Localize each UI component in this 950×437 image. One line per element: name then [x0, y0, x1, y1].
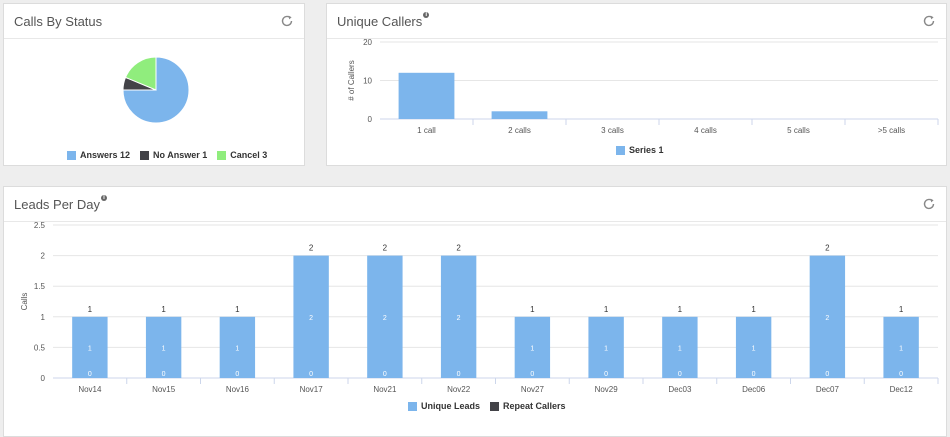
- leads-per-day-panel: Leads Per Day i 0 0.5 1 1.5 2 2.5 Calls Nov14 Nov…: [3, 186, 947, 437]
- bar-total-label: 2: [825, 244, 830, 253]
- bar-data-label: 1: [604, 345, 608, 352]
- x-tick-label: 2 calls: [508, 126, 531, 135]
- x-tick-label: Nov15: [152, 385, 176, 394]
- bar-total-label: 1: [235, 305, 240, 314]
- bar-total-label: 2: [456, 244, 461, 253]
- calls-by-status-panel: Calls By Status Answers 12 No Answer 1 Can…: [3, 3, 305, 166]
- bar-total-label: 1: [751, 305, 756, 314]
- bar-data-label: 2: [309, 315, 313, 322]
- legend-item-unique-leads[interactable]: Unique Leads: [408, 401, 480, 411]
- bar-data-label: 0: [604, 371, 608, 378]
- x-tick-label: >5 calls: [878, 126, 905, 135]
- x-tick-label: Nov14: [78, 385, 102, 394]
- legend-item-cancel[interactable]: Cancel 3: [217, 150, 267, 160]
- legend-item-answers[interactable]: Answers 12: [67, 150, 130, 160]
- bar-data-label: 1: [678, 345, 682, 352]
- bar-total-label: 1: [88, 305, 93, 314]
- bar-data-label: 1: [752, 345, 756, 352]
- bar-data-label: 1: [899, 345, 903, 352]
- calls-by-status-legend: Answers 12 No Answer 1 Cancel 3: [67, 150, 267, 160]
- bar-data-label: 1: [235, 345, 239, 352]
- bar-data-label: 1: [530, 345, 534, 352]
- bar-total-label: 1: [678, 305, 683, 314]
- x-tick-label: Dec06: [742, 385, 766, 394]
- leads-per-day-legend: Unique Leads Repeat Callers: [408, 401, 566, 411]
- unique-callers-legend: Series 1: [616, 145, 664, 155]
- legend-item-repeat-callers[interactable]: Repeat Callers: [490, 401, 566, 411]
- x-tick-label: Nov17: [300, 385, 324, 394]
- bar-data-label: 2: [383, 315, 387, 322]
- bar-data-label: 0: [309, 371, 313, 378]
- legend-swatch: [67, 150, 76, 160]
- legend-swatch: [490, 401, 500, 411]
- y-axis-title: # of Callers: [347, 60, 356, 100]
- y-tick-label: 20: [363, 38, 372, 47]
- x-tick-label: Dec07: [816, 385, 840, 394]
- legend-label: Answers 12: [80, 150, 131, 160]
- legend-item-series-1[interactable]: Series 1: [616, 145, 664, 155]
- x-tick-label: Dec12: [890, 385, 914, 394]
- x-tick-label: Nov22: [447, 385, 471, 394]
- bar-data-label: 0: [752, 371, 756, 378]
- bar-data-label: 0: [383, 371, 387, 378]
- legend-swatch: [140, 150, 150, 160]
- bar-data-label: 0: [162, 371, 166, 378]
- bar-total-label: 2: [383, 244, 388, 253]
- bar-series-1[interactable]: [398, 72, 455, 119]
- y-tick-label: 2: [41, 252, 46, 261]
- bar-total-label: 1: [899, 305, 904, 314]
- bar-data-label: 1: [88, 345, 92, 352]
- legend-swatch: [217, 150, 227, 160]
- y-tick-label: 2.5: [34, 221, 46, 230]
- y-axis-title: Calls: [20, 293, 29, 311]
- legend-item-no-answer[interactable]: No Answer 1: [140, 150, 207, 160]
- y-tick-label: 1: [41, 313, 46, 322]
- bar-data-label: 1: [162, 345, 166, 352]
- legend-swatch: [616, 145, 625, 155]
- y-tick-label: 0: [41, 374, 46, 383]
- y-tick-label: 10: [363, 77, 372, 86]
- legend-label: Cancel 3: [230, 150, 268, 160]
- y-tick-label: 1.5: [34, 282, 46, 291]
- legend-label: Series 1: [629, 145, 664, 155]
- x-tick-label: Nov21: [373, 385, 397, 394]
- bar-total-label: 1: [604, 305, 609, 314]
- bar-total-label: 1: [530, 305, 535, 314]
- bar-total-label: 2: [309, 244, 314, 253]
- legend-label: Repeat Callers: [503, 401, 566, 411]
- x-tick-label: Nov16: [226, 385, 250, 394]
- bar-data-label: 0: [678, 371, 682, 378]
- y-tick-label: 0.5: [34, 343, 46, 352]
- calls-by-status-pie: [122, 56, 190, 124]
- bar-data-label: 0: [235, 371, 239, 378]
- y-tick-label: 0: [368, 115, 373, 124]
- x-tick-label: 4 calls: [694, 126, 717, 135]
- x-tick-label: 5 calls: [787, 126, 810, 135]
- bar-data-label: 0: [88, 371, 92, 378]
- bar-data-label: 2: [457, 315, 461, 322]
- bar-series-1[interactable]: [491, 111, 548, 119]
- x-tick-label: 1 call: [417, 126, 436, 135]
- bar-total-label: 1: [161, 305, 166, 314]
- bar-data-label: 2: [825, 315, 829, 322]
- x-tick-label: 3 calls: [601, 126, 624, 135]
- unique-callers-panel: Unique Callers i 0 10 20 # of Callers 1 call 2…: [326, 3, 947, 166]
- legend-label: No Answer 1: [153, 150, 208, 160]
- x-tick-label: Nov29: [595, 385, 619, 394]
- legend-swatch: [408, 401, 417, 411]
- bar-data-label: 0: [530, 371, 534, 378]
- x-tick-label: Dec03: [668, 385, 692, 394]
- x-tick-label: Nov27: [521, 385, 545, 394]
- legend-label: Unique Leads: [421, 401, 481, 411]
- bar-data-label: 0: [825, 371, 829, 378]
- leads-per-day-chart: 0 0.5 1 1.5 2 2.5 Calls Nov14 Nov15 Nov16 Nov17 Nov…: [20, 221, 939, 394]
- bar-data-label: 0: [457, 371, 461, 378]
- unique-callers-chart: 0 10 20 # of Callers 1 call 2 calls 3 calls 4 c…: [347, 38, 939, 135]
- bar-data-label: 0: [899, 371, 903, 378]
